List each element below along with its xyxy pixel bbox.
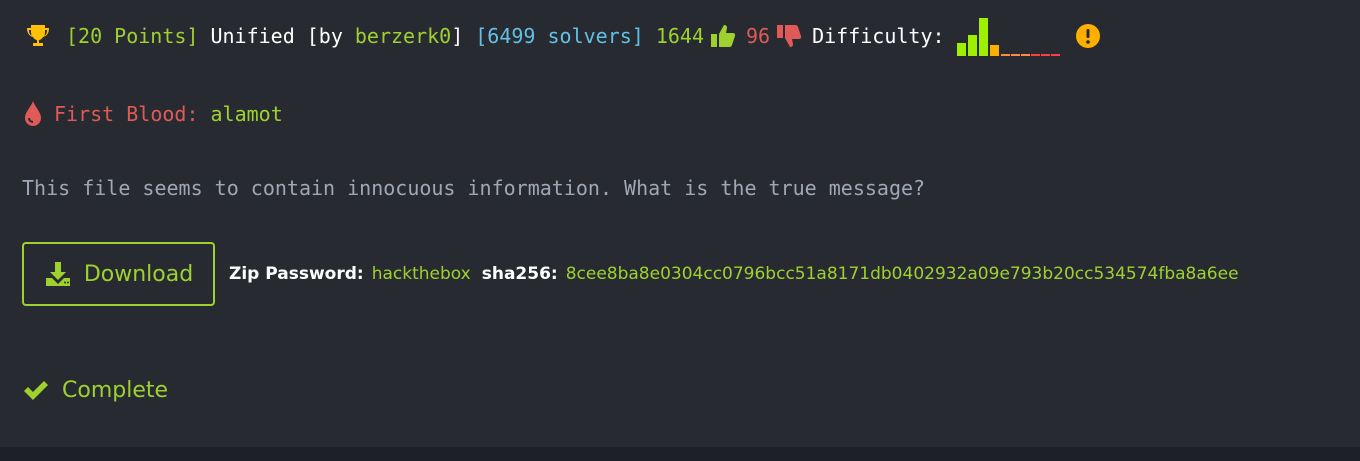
difficulty-bar [1000,54,1010,56]
check-icon [22,376,50,404]
first-blood: First Blood: alamot [22,94,283,134]
difficulty-bar [967,35,977,56]
solvers-count: [6499 solvers] [475,24,644,48]
author-suffix: ] [451,24,464,48]
download-icon [44,260,72,288]
trophy-icon [22,20,54,52]
difficulty-bar [956,43,966,56]
dislikes-count: 96 [746,24,771,48]
completion-status: Complete [22,370,168,410]
difficulty-bar [978,18,988,56]
difficulty-bar [1040,54,1050,56]
thumbs-up-icon[interactable] [708,21,738,51]
author-prefix: [by [306,24,343,48]
challenge-header: [20 Points] Unified [by berzerk0 ] [6499… [22,16,1101,56]
difficulty-bar [1010,54,1020,56]
likes-count: 1644 [655,24,704,48]
difficulty-bar [1050,54,1060,56]
download-meta: Zip Password: hackthebox sha256: 8cee8ba… [229,264,1239,284]
blood-drop-icon [22,99,44,129]
download-section: Download Zip Password: hackthebox sha256… [22,242,1239,306]
status-label: Complete [62,377,169,403]
zip-password-value: hackthebox [371,264,471,284]
thumbs-down-icon[interactable] [774,21,804,51]
challenge-description: This file seems to contain innocuous inf… [22,168,925,208]
challenge-panel: [20 Points] Unified [by berzerk0 ] [6499… [0,0,1360,447]
difficulty-bar [1030,54,1040,56]
difficulty-bar [1020,54,1030,56]
first-blood-label: First Blood: [54,102,199,126]
difficulty-bar [989,45,999,56]
first-blood-user[interactable]: alamot [211,102,283,126]
zip-password-label: Zip Password: [229,264,364,284]
exclamation-circle-icon[interactable] [1075,23,1101,49]
sha256-label: sha256: [481,264,558,284]
difficulty-chart [956,16,1061,56]
description-text: This file seems to contain innocuous inf… [22,176,926,200]
challenge-name: Unified [210,24,295,48]
author-link[interactable]: berzerk0 [355,24,451,48]
download-button-label: Download [83,261,194,287]
sha256-value: 8cee8ba8e0304cc0796bcc51a8171db0402932a0… [565,264,1239,284]
points-label: [20 Points] [66,24,199,48]
difficulty-label: Difficulty: [812,24,945,48]
download-button[interactable]: Download [22,242,215,306]
